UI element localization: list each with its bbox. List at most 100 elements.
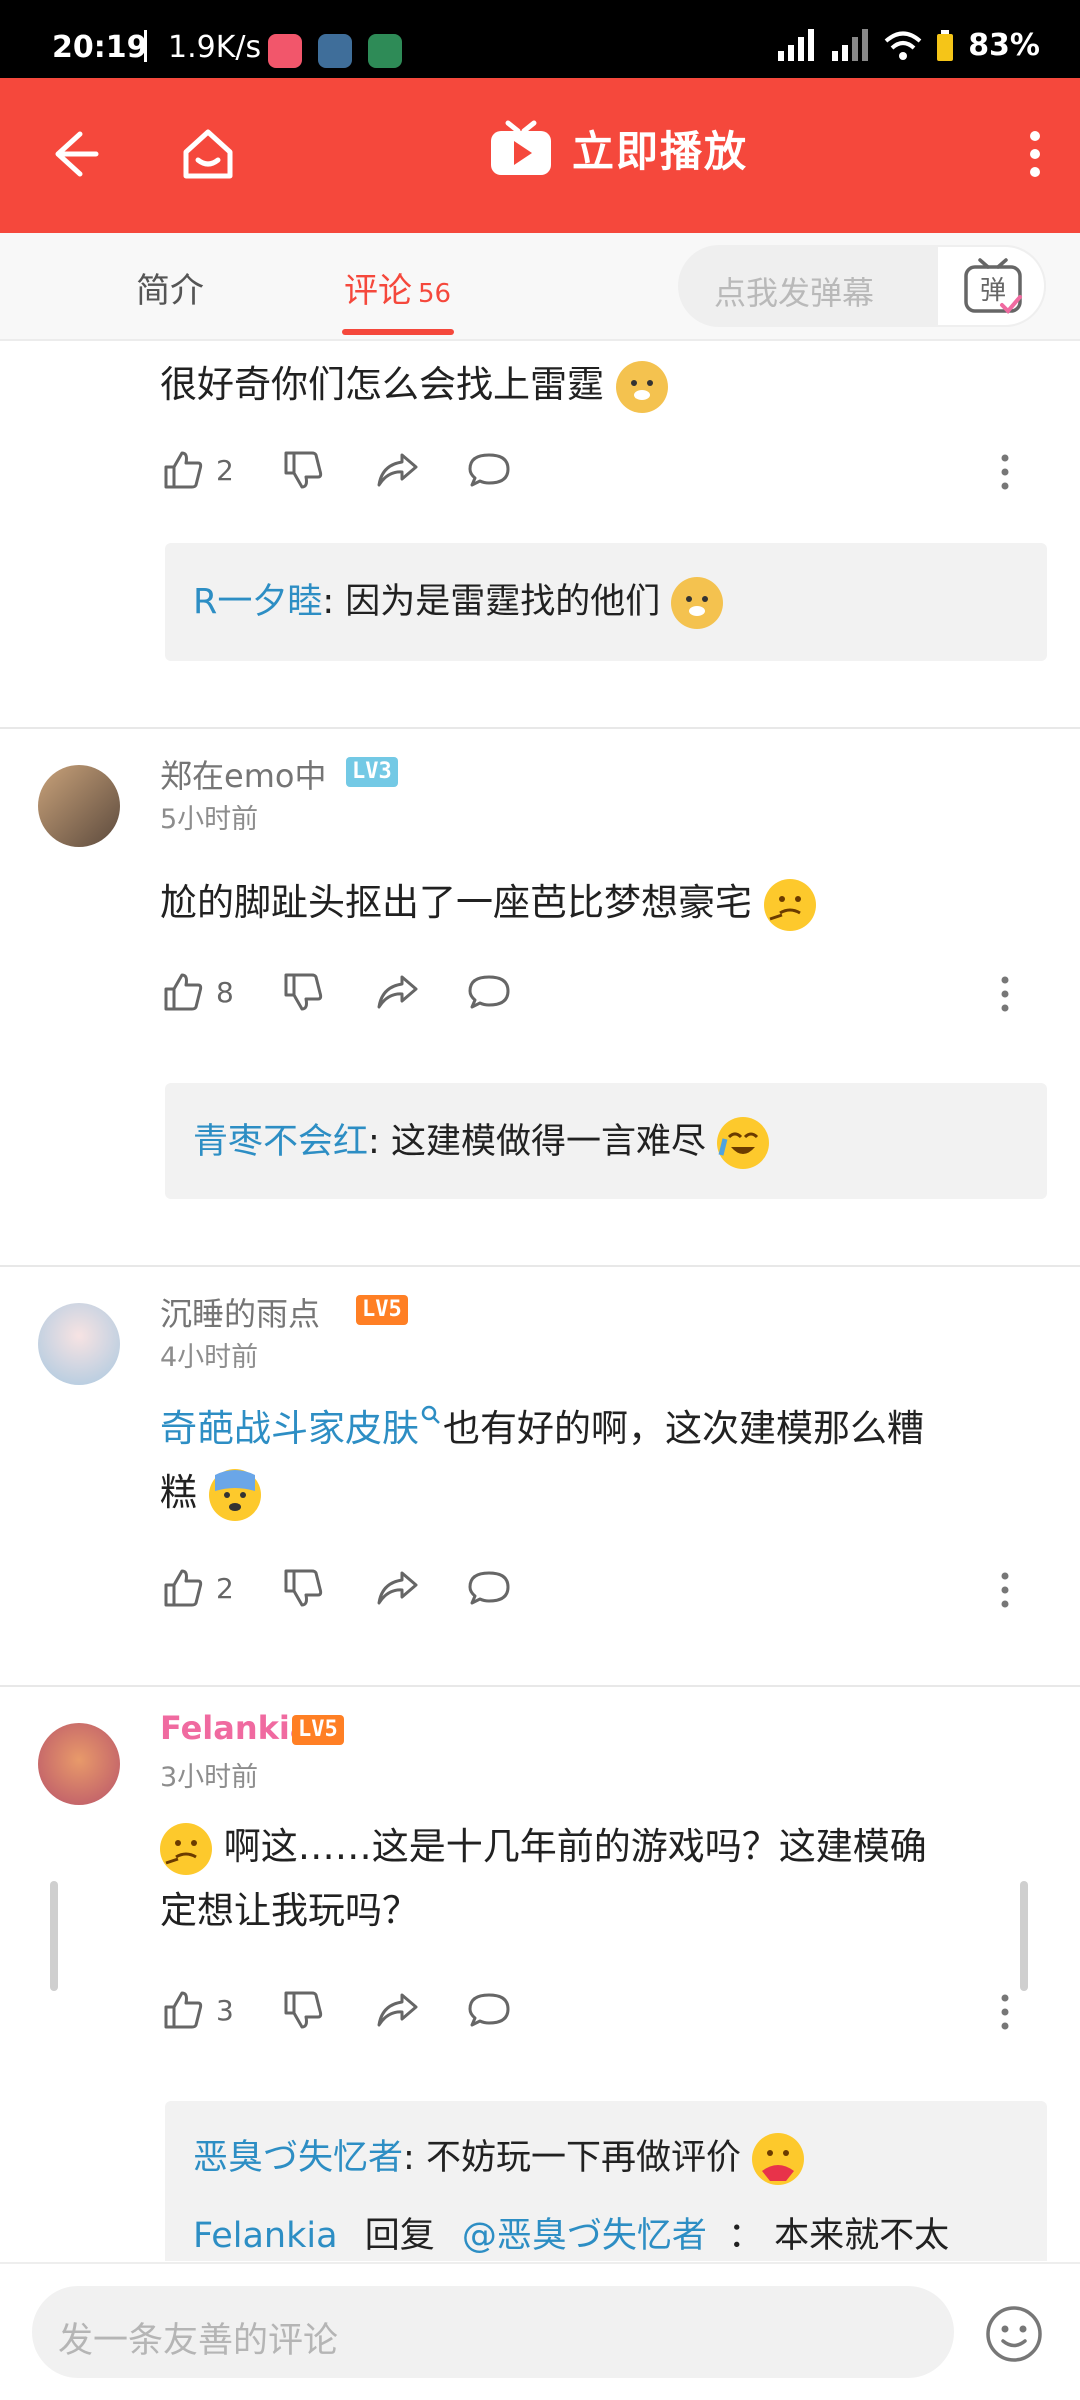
dislike-button[interactable] xyxy=(280,969,326,1015)
network-speed: 1.9K/s xyxy=(168,30,262,65)
thumbs-up-icon xyxy=(164,1569,203,1607)
comment-actions: 2 xyxy=(160,1565,1020,1615)
comment-actions: 3 xyxy=(160,1987,1020,2037)
reply-separator: : xyxy=(368,1122,391,1162)
comment-more-icon[interactable] xyxy=(990,969,1020,1019)
username[interactable]: 沉睡的雨点 xyxy=(160,1289,320,1335)
battery-percent: 83% xyxy=(968,28,1040,63)
comment-text: 很好奇你们怎么会找上雷霆 xyxy=(160,353,1020,417)
username[interactable]: Felankia xyxy=(160,1709,311,1747)
share-button[interactable] xyxy=(374,447,420,493)
tab-intro[interactable]: 简介 xyxy=(136,263,204,312)
like-button[interactable]: 2 xyxy=(160,1565,234,1611)
comment-input[interactable]: 发一条友善的评论 xyxy=(32,2286,954,2378)
reply-preview[interactable]: 恶臭づ失忆者: 不妨玩一下再做评价 Felankia 回复 @恶臭づ失忆者 ： … xyxy=(165,2101,1047,2261)
comment-feed[interactable]: 很好奇你们怎么会找上雷霆 2 R一夕睦: 因为是雷霆找的他们 郑在emo中 LV… xyxy=(0,341,1080,2261)
reply-button[interactable] xyxy=(466,447,512,493)
comment-timestamp: 4小时前 xyxy=(160,1342,259,1373)
like-count: 2 xyxy=(216,1571,234,1605)
danmaku-button-glyph: 弹 xyxy=(980,276,1006,306)
like-button[interactable]: 3 xyxy=(160,1987,234,2033)
reply-preview[interactable]: 青枣不会红: 这建模做得一言难尽 xyxy=(165,1083,1047,1199)
reply-line: 恶臭づ失忆者: 不妨玩一下再做评价 xyxy=(193,2129,805,2185)
reply-button[interactable] xyxy=(466,969,512,1015)
crying-laughing-emoji-icon xyxy=(717,1117,770,1169)
reply-author-2[interactable]: Felankia xyxy=(193,2216,338,2256)
reply-author[interactable]: R一夕睦 xyxy=(193,582,322,622)
chat-bubble-icon xyxy=(468,453,510,487)
comment-separator xyxy=(0,1265,1080,1267)
danmaku-placeholder: 点我发弹幕 xyxy=(714,274,875,312)
play-now-button[interactable]: 立即播放 xyxy=(488,118,748,179)
share-button[interactable] xyxy=(374,1565,420,1611)
danmaku-input[interactable]: 点我发弹幕 弹 xyxy=(678,245,1046,327)
comment-separator xyxy=(0,727,1080,729)
comment-text-line1: 也有好的啊，这次建模那么糟 xyxy=(443,1407,924,1450)
more-options-icon[interactable] xyxy=(1020,122,1050,186)
back-arrow-icon[interactable] xyxy=(46,122,110,186)
calendar-app-icon xyxy=(268,34,302,68)
thumbs-up-icon xyxy=(164,1991,203,2029)
comment-actions: 2 xyxy=(160,447,1020,497)
reply-mention[interactable]: @恶臭づ失忆者 xyxy=(462,2216,707,2256)
reply-preview[interactable]: R一夕睦: 因为是雷霆找的他们 xyxy=(165,543,1047,661)
dislike-button[interactable] xyxy=(280,1987,326,2033)
thumbs-down-icon xyxy=(284,1991,323,2029)
comment-actions: 8 xyxy=(160,969,1020,1019)
reply-button[interactable] xyxy=(466,1987,512,2033)
tv-play-icon xyxy=(491,120,551,175)
tab-comments[interactable]: 评论 56 xyxy=(344,263,451,312)
comment-more-icon[interactable] xyxy=(990,447,1020,497)
thumbs-down-icon xyxy=(284,973,323,1011)
thinking-emoji-icon xyxy=(763,878,816,931)
reply-author[interactable]: 恶臭づ失忆者 xyxy=(193,2138,403,2178)
hug-emoji-icon xyxy=(752,2133,805,2185)
comment-more-icon[interactable] xyxy=(990,1987,1020,2037)
reply-line: 青枣不会红: 这建模做得一言难尽 xyxy=(193,1113,770,1169)
comment-text-content: 很好奇你们怎么会找上雷霆 xyxy=(160,363,604,406)
reply-author[interactable]: 青枣不会红 xyxy=(193,1122,368,1162)
settings-app-icon xyxy=(318,34,352,68)
search-link[interactable]: 奇葩战斗家皮肤 xyxy=(160,1407,419,1450)
level-badge: LV5 xyxy=(356,1295,408,1325)
dislike-button[interactable] xyxy=(280,1565,326,1611)
reply-separator: : xyxy=(403,2138,426,2178)
avatar[interactable] xyxy=(38,1723,120,1805)
comment-timestamp: 3小时前 xyxy=(160,1762,259,1793)
username[interactable]: 郑在emo中 xyxy=(160,751,326,797)
avatar[interactable] xyxy=(38,1303,120,1385)
reply-button[interactable] xyxy=(466,1565,512,1611)
thumbs-down-icon xyxy=(284,451,323,489)
thumbs-up-icon xyxy=(164,973,203,1011)
anxious-sweat-emoji-icon xyxy=(208,1468,261,1521)
thinking-emoji-icon xyxy=(160,1822,212,1875)
danmaku-toggle-button[interactable]: 弹 xyxy=(936,245,1046,327)
dislike-button[interactable] xyxy=(280,447,326,493)
share-arrow-icon xyxy=(377,1993,418,2027)
share-button[interactable] xyxy=(374,1987,420,2033)
reply-line-2: Felankia 回复 @恶臭づ失忆者 ： 本来就不太 xyxy=(193,2207,949,2258)
comment-placeholder: 发一条友善的评论 xyxy=(58,2321,339,2361)
like-button[interactable]: 8 xyxy=(160,969,234,1015)
like-count: 8 xyxy=(216,975,234,1009)
comment-text-line1: 啊这……这是十几年前的游戏吗？这建模确 xyxy=(223,1825,927,1868)
share-button[interactable] xyxy=(374,969,420,1015)
reply-separator-2: ： xyxy=(728,2216,764,2256)
reply-text: 不妨玩一下再做评价 xyxy=(425,2138,741,2178)
play-now-label: 立即播放 xyxy=(572,127,749,176)
emoji-picker-icon[interactable] xyxy=(984,2304,1044,2364)
status-divider xyxy=(144,30,147,62)
avatar[interactable] xyxy=(38,765,120,847)
tab-comments-count: 56 xyxy=(418,279,452,309)
comment-text-line2: 定想让我玩吗？ xyxy=(160,1889,419,1932)
comment-compose-bar: 发一条友善的评论 xyxy=(0,2262,1080,2400)
reply-text-2: 本来就不太 xyxy=(774,2216,950,2256)
comment-more-icon[interactable] xyxy=(990,1565,1020,1615)
home-icon[interactable] xyxy=(176,122,240,186)
chat-bubble-icon xyxy=(468,1571,510,1605)
like-button[interactable]: 2 xyxy=(160,447,234,493)
search-icon[interactable] xyxy=(419,1403,443,1427)
level-badge: LV3 xyxy=(346,757,398,787)
comment-separator xyxy=(0,1685,1080,1687)
comment-timestamp: 5小时前 xyxy=(160,804,259,835)
